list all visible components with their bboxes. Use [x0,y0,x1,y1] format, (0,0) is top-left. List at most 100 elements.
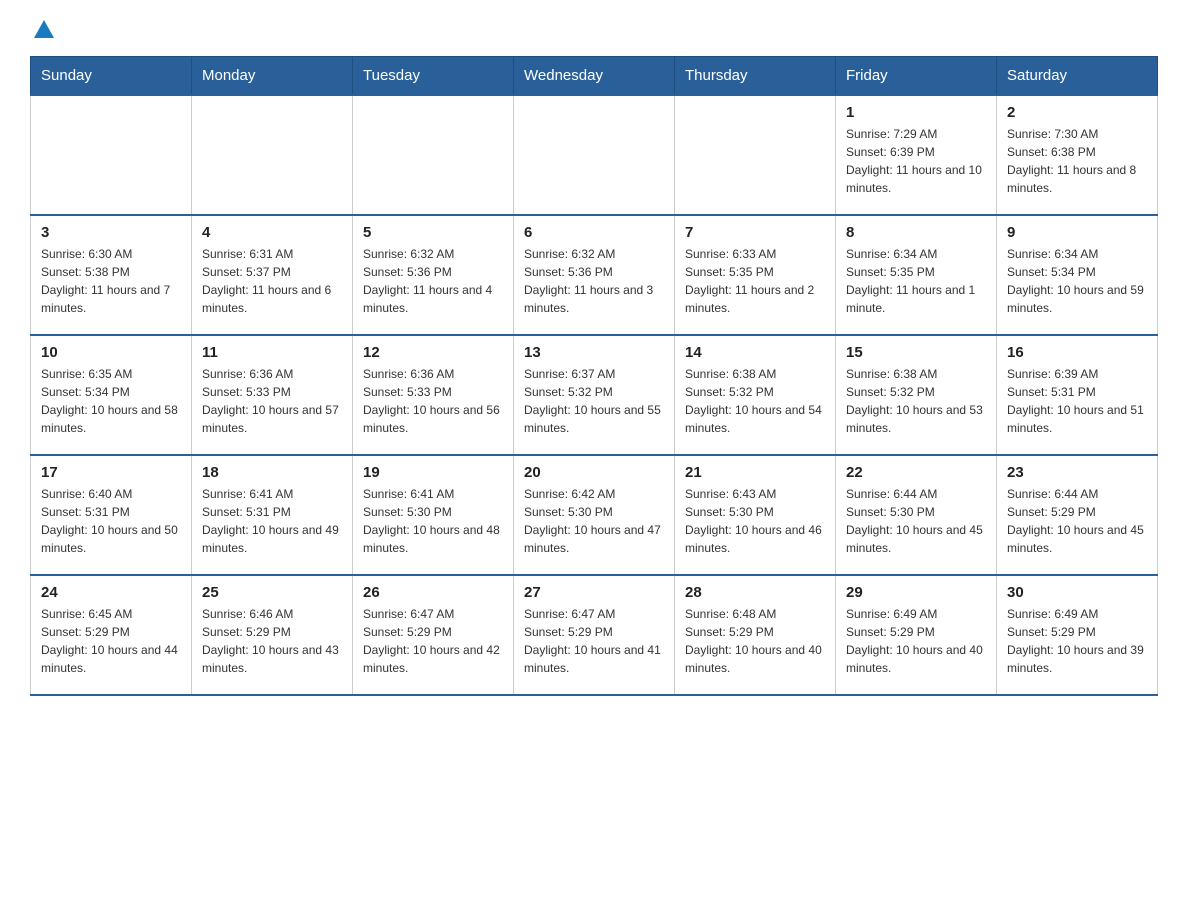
weekday-header-thursday: Thursday [675,57,836,96]
day-info: Sunrise: 6:32 AMSunset: 5:36 PMDaylight:… [524,245,664,317]
weekday-header-saturday: Saturday [997,57,1158,96]
calendar-cell: 3 Sunrise: 6:30 AMSunset: 5:38 PMDaylight… [31,215,192,335]
day-info: Sunrise: 6:43 AMSunset: 5:30 PMDaylight:… [685,485,825,557]
day-info: Sunrise: 6:38 AMSunset: 5:32 PMDaylight:… [685,365,825,437]
weekday-header-tuesday: Tuesday [353,57,514,96]
day-info: Sunrise: 6:47 AMSunset: 5:29 PMDaylight:… [363,605,503,677]
calendar-cell: 13Sunrise: 6:37 AMSunset: 5:32 PMDayligh… [514,335,675,455]
page-header [30,20,1158,38]
calendar-cell: 7 Sunrise: 6:33 AMSunset: 5:35 PMDaylight… [675,215,836,335]
calendar-cell: 1 Sunrise: 7:29 AMSunset: 6:39 PMDaylight… [836,95,997,215]
day-number: 14 [685,344,825,361]
day-number: 18 [202,464,342,481]
calendar-cell: 28 Sunrise: 6:48 AMSunset: 5:29 PMDayligh… [675,575,836,695]
day-number: 20 [524,464,664,481]
calendar-cell [353,95,514,215]
week-row-2: 3 Sunrise: 6:30 AMSunset: 5:38 PMDaylight… [31,215,1158,335]
calendar-cell: 16 Sunrise: 6:39 AMSunset: 5:31 PMDayligh… [997,335,1158,455]
day-number: 1 [846,104,986,121]
day-info: Sunrise: 6:49 AMSunset: 5:29 PMDaylight:… [846,605,986,677]
calendar-cell: 21 Sunrise: 6:43 AMSunset: 5:30 PMDayligh… [675,455,836,575]
calendar-cell: 8 Sunrise: 6:34 AMSunset: 5:35 PMDaylight… [836,215,997,335]
calendar-cell: 20 Sunrise: 6:42 AMSunset: 5:30 PMDayligh… [514,455,675,575]
calendar-cell: 30 Sunrise: 6:49 AMSunset: 5:29 PMDayligh… [997,575,1158,695]
calendar-cell: 22Sunrise: 6:44 AMSunset: 5:30 PMDayligh… [836,455,997,575]
day-number: 11 [202,344,342,361]
day-info: Sunrise: 6:41 AMSunset: 5:30 PMDaylight:… [363,485,503,557]
logo [30,20,56,38]
weekday-header-row: SundayMondayTuesdayWednesdayThursdayFrid… [31,57,1158,96]
day-info: Sunrise: 6:47 AMSunset: 5:29 PMDaylight:… [524,605,664,677]
day-info: Sunrise: 6:31 AMSunset: 5:37 PMDaylight:… [202,245,342,317]
calendar-cell: 12 Sunrise: 6:36 AMSunset: 5:33 PMDayligh… [353,335,514,455]
calendar-cell: 15Sunrise: 6:38 AMSunset: 5:32 PMDayligh… [836,335,997,455]
day-info: Sunrise: 6:44 AMSunset: 5:29 PMDaylight:… [1007,485,1147,557]
calendar-cell: 5 Sunrise: 6:32 AMSunset: 5:36 PMDaylight… [353,215,514,335]
weekday-header-friday: Friday [836,57,997,96]
day-info: Sunrise: 6:32 AMSunset: 5:36 PMDaylight:… [363,245,503,317]
logo-triangle-icon [34,20,54,38]
day-number: 16 [1007,344,1147,361]
day-info: Sunrise: 6:39 AMSunset: 5:31 PMDaylight:… [1007,365,1147,437]
day-number: 21 [685,464,825,481]
day-info: Sunrise: 6:48 AMSunset: 5:29 PMDaylight:… [685,605,825,677]
day-info: Sunrise: 7:30 AMSunset: 6:38 PMDaylight:… [1007,125,1147,197]
calendar-table: SundayMondayTuesdayWednesdayThursdayFrid… [30,56,1158,696]
day-info: Sunrise: 6:30 AMSunset: 5:38 PMDaylight:… [41,245,181,317]
day-info: Sunrise: 6:33 AMSunset: 5:35 PMDaylight:… [685,245,825,317]
day-info: Sunrise: 6:44 AMSunset: 5:30 PMDaylight:… [846,485,986,557]
calendar-cell: 2 Sunrise: 7:30 AMSunset: 6:38 PMDaylight… [997,95,1158,215]
calendar-cell: 4 Sunrise: 6:31 AMSunset: 5:37 PMDaylight… [192,215,353,335]
logo-text [30,20,56,38]
day-number: 19 [363,464,503,481]
day-number: 29 [846,584,986,601]
day-info: Sunrise: 6:42 AMSunset: 5:30 PMDaylight:… [524,485,664,557]
day-info: Sunrise: 6:38 AMSunset: 5:32 PMDaylight:… [846,365,986,437]
day-number: 3 [41,224,181,241]
calendar-cell [675,95,836,215]
day-info: Sunrise: 6:40 AMSunset: 5:31 PMDaylight:… [41,485,181,557]
day-number: 8 [846,224,986,241]
day-info: Sunrise: 6:37 AMSunset: 5:32 PMDaylight:… [524,365,664,437]
week-row-4: 17 Sunrise: 6:40 AMSunset: 5:31 PMDayligh… [31,455,1158,575]
day-number: 12 [363,344,503,361]
day-info: Sunrise: 6:36 AMSunset: 5:33 PMDaylight:… [363,365,503,437]
calendar-cell: 17 Sunrise: 6:40 AMSunset: 5:31 PMDayligh… [31,455,192,575]
day-info: Sunrise: 6:35 AMSunset: 5:34 PMDaylight:… [41,365,181,437]
day-number: 2 [1007,104,1147,121]
calendar-cell: 25 Sunrise: 6:46 AMSunset: 5:29 PMDayligh… [192,575,353,695]
calendar-cell: 24 Sunrise: 6:45 AMSunset: 5:29 PMDayligh… [31,575,192,695]
day-number: 24 [41,584,181,601]
day-number: 10 [41,344,181,361]
day-info: Sunrise: 6:34 AMSunset: 5:35 PMDaylight:… [846,245,986,317]
day-number: 6 [524,224,664,241]
day-info: Sunrise: 6:46 AMSunset: 5:29 PMDaylight:… [202,605,342,677]
calendar-cell: 23 Sunrise: 6:44 AMSunset: 5:29 PMDayligh… [997,455,1158,575]
day-number: 7 [685,224,825,241]
week-row-5: 24 Sunrise: 6:45 AMSunset: 5:29 PMDayligh… [31,575,1158,695]
day-info: Sunrise: 6:49 AMSunset: 5:29 PMDaylight:… [1007,605,1147,677]
day-number: 17 [41,464,181,481]
calendar-cell: 27 Sunrise: 6:47 AMSunset: 5:29 PMDayligh… [514,575,675,695]
week-row-1: 1 Sunrise: 7:29 AMSunset: 6:39 PMDaylight… [31,95,1158,215]
day-number: 4 [202,224,342,241]
day-number: 25 [202,584,342,601]
calendar-cell: 19 Sunrise: 6:41 AMSunset: 5:30 PMDayligh… [353,455,514,575]
calendar-cell: 11Sunrise: 6:36 AMSunset: 5:33 PMDayligh… [192,335,353,455]
day-number: 23 [1007,464,1147,481]
day-number: 28 [685,584,825,601]
weekday-header-sunday: Sunday [31,57,192,96]
day-info: Sunrise: 6:45 AMSunset: 5:29 PMDaylight:… [41,605,181,677]
day-number: 5 [363,224,503,241]
day-number: 27 [524,584,664,601]
day-info: Sunrise: 6:41 AMSunset: 5:31 PMDaylight:… [202,485,342,557]
weekday-header-monday: Monday [192,57,353,96]
day-number: 9 [1007,224,1147,241]
weekday-header-wednesday: Wednesday [514,57,675,96]
calendar-cell [192,95,353,215]
calendar-cell [31,95,192,215]
day-number: 30 [1007,584,1147,601]
day-info: Sunrise: 7:29 AMSunset: 6:39 PMDaylight:… [846,125,986,197]
calendar-cell: 14 Sunrise: 6:38 AMSunset: 5:32 PMDayligh… [675,335,836,455]
day-number: 26 [363,584,503,601]
